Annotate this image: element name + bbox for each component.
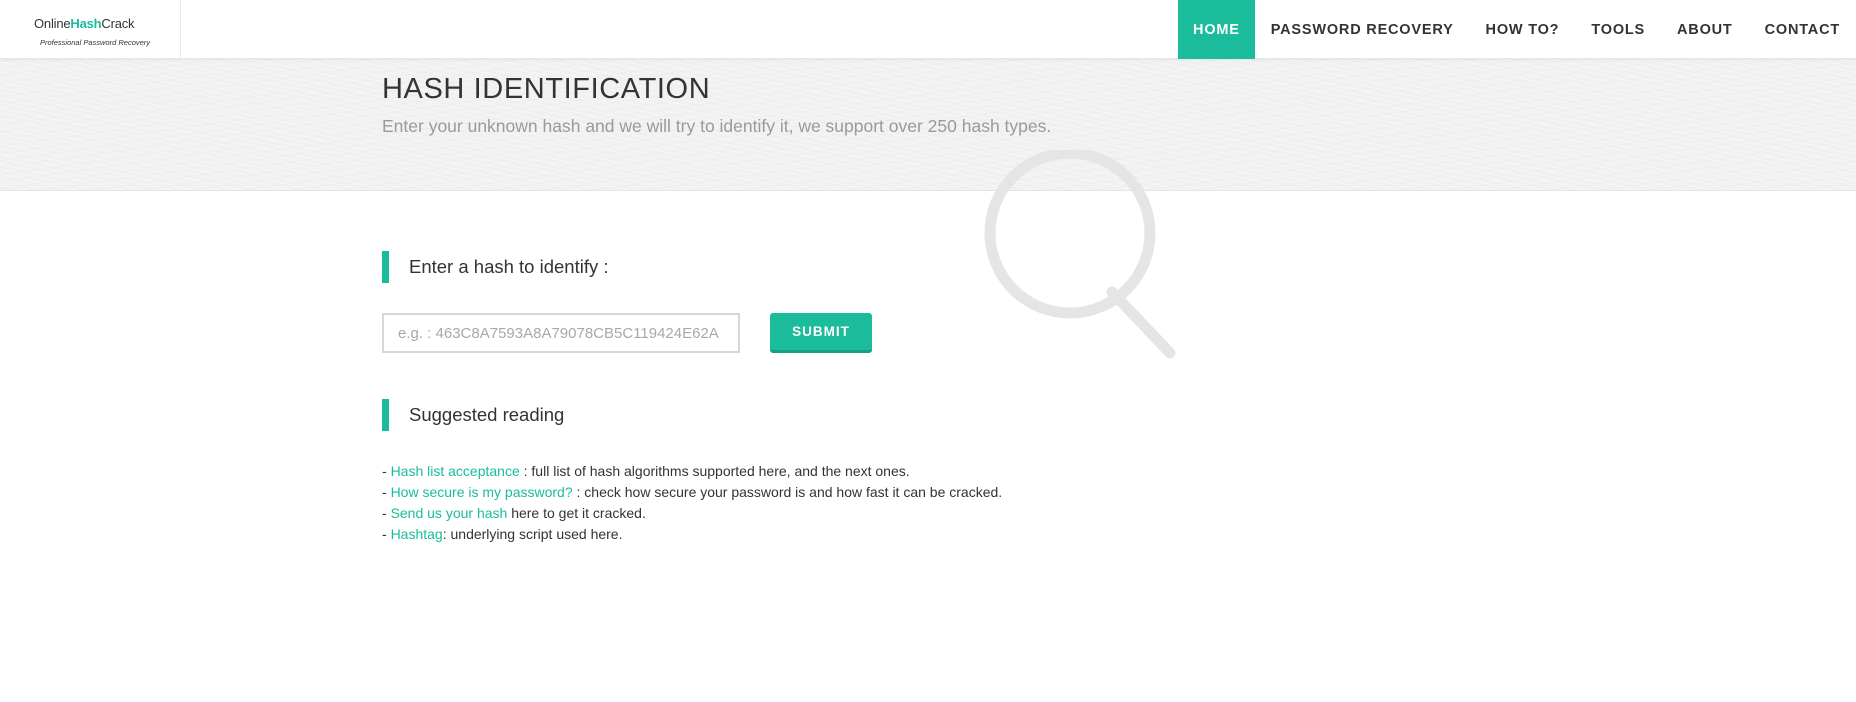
- identify-heading-text: Enter a hash to identify :: [409, 256, 609, 277]
- list-item: - Send us your hash here to get it crack…: [382, 505, 646, 521]
- logo-wordmark: OnlineHashCrack: [34, 16, 135, 31]
- heading-accent-bar: [382, 399, 389, 431]
- suggested-reading-list: - Hash list acceptance : full list of ha…: [382, 461, 1002, 545]
- suggested-reading-heading-text: Suggested reading: [409, 404, 565, 425]
- heading-accent-bar: [382, 251, 389, 283]
- nav-how-to[interactable]: HOW TO?: [1470, 0, 1576, 59]
- link-hash-list-acceptance[interactable]: Hash list acceptance: [391, 463, 520, 479]
- nav-contact[interactable]: CONTACT: [1749, 0, 1856, 59]
- site-logo[interactable]: OnlineHashCrack Professional Password Re…: [0, 0, 181, 59]
- top-navbar: OnlineHashCrack Professional Password Re…: [0, 0, 1856, 59]
- identify-heading: Enter a hash to identify :: [382, 251, 609, 283]
- page-subtitle: Enter your unknown hash and we will try …: [382, 116, 1052, 136]
- main-nav: HOME PASSWORD RECOVERY HOW TO? TOOLS ABO…: [1178, 0, 1856, 59]
- nav-home[interactable]: HOME: [1178, 0, 1255, 59]
- hash-input[interactable]: [382, 313, 740, 353]
- list-item: - Hash list acceptance : full list of ha…: [382, 463, 910, 479]
- magnifier-icon: [984, 150, 1176, 359]
- link-how-secure-password[interactable]: How secure is my password?: [391, 484, 573, 500]
- page-header-band: HASH IDENTIFICATION Enter your unknown h…: [0, 59, 1856, 191]
- nav-password-recovery[interactable]: PASSWORD RECOVERY: [1255, 0, 1470, 59]
- logo-tagline: Professional Password Recovery: [40, 38, 151, 47]
- link-hashtag[interactable]: Hashtag: [391, 526, 443, 542]
- list-item: - How secure is my password? : check how…: [382, 484, 1003, 500]
- suggested-reading-heading: Suggested reading: [382, 399, 564, 431]
- nav-tools[interactable]: TOOLS: [1575, 0, 1661, 59]
- nav-about[interactable]: ABOUT: [1661, 0, 1749, 59]
- page-title: HASH IDENTIFICATION: [382, 73, 711, 105]
- submit-button[interactable]: SUBMIT: [770, 313, 872, 353]
- link-send-us-hash[interactable]: Send us your hash: [391, 505, 508, 521]
- list-item: - Hashtag: underlying script used here.: [382, 526, 623, 542]
